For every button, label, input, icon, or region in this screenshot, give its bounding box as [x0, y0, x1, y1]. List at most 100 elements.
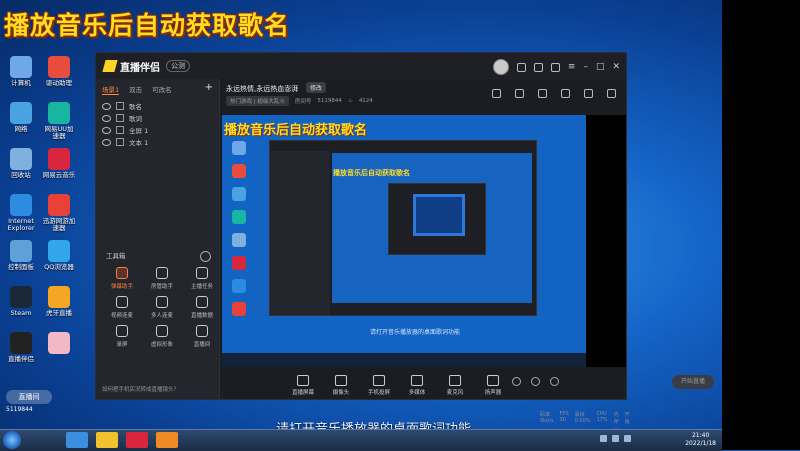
control-button[interactable]: 扬声器 [480, 375, 506, 396]
preview-app-icon [232, 233, 246, 247]
avatar[interactable] [492, 59, 509, 75]
tool-button[interactable]: 直播间 [182, 325, 222, 348]
source-item[interactable]: 歌名 [96, 100, 219, 112]
lock-icon[interactable] [116, 114, 124, 122]
category-badge[interactable]: 热门游戏 | 超级大乱斗 [226, 96, 289, 106]
refresh-icon[interactable] [561, 89, 570, 98]
desktop-icon[interactable]: 网易云音乐 [42, 148, 76, 179]
tool-button[interactable]: 虚拟形象 [142, 325, 182, 348]
taskbar-app-icon[interactable] [66, 432, 88, 448]
preview-app-icon [232, 164, 246, 178]
desktop-icon-label: 回收站 [11, 171, 31, 179]
desktop-icon[interactable]: 直播伴侣 [4, 332, 38, 363]
control-label: 直播屏幕 [291, 390, 314, 396]
fullscreen-icon[interactable] [538, 89, 547, 98]
tool-grid: 弹幕助手 房管助手 主播任务视频连麦 多人连麦 直播数据录屏 虚拟形象 直播间 [96, 267, 219, 348]
desktop-icon[interactable]: 迅游网游加速器 [42, 194, 76, 232]
app-icon [48, 102, 70, 124]
stream-title: 永远热情,永远热血澎湃 [226, 85, 299, 93]
desktop-icon[interactable]: 回收站 [4, 148, 38, 179]
tray-up-icon[interactable] [600, 435, 607, 442]
eye-icon[interactable] [102, 114, 111, 122]
start-live-button[interactable]: 开始直播 [672, 375, 714, 389]
tool-label: 虚拟形象 [150, 342, 173, 348]
desktop-icon[interactable]: Steam [4, 286, 38, 317]
preview-caption: 请打开音乐播放器的桌面歌词功能 [370, 329, 461, 336]
tool-button[interactable]: 多人连麦 [142, 296, 182, 319]
help-hint[interactable]: 如何把手机实况转成直播镜头？ [102, 385, 179, 393]
lock-icon[interactable] [116, 138, 124, 146]
desktop-icon[interactable]: 控制面板 [4, 240, 38, 271]
eye-icon[interactable] [102, 138, 111, 146]
layout-icon[interactable] [492, 89, 501, 98]
tool-button[interactable]: 弹幕助手 [102, 267, 142, 290]
control-button[interactable]: 摄像头 [328, 375, 354, 396]
version-badge[interactable]: 公测 [166, 60, 190, 72]
tool-button[interactable]: 主播任务 [182, 267, 222, 290]
tab-scene-2[interactable]: 双击 [129, 84, 142, 95]
live-companion-window: 直播伴侣 公测 ≡ – □ ✕ 场景1 双击 可改名 + 歌名 歌词 全屏 1 文本 … [95, 52, 714, 431]
tool-icon [196, 325, 208, 337]
control-button[interactable]: 麦克风 [442, 375, 468, 396]
share-icon[interactable] [607, 89, 616, 98]
add-scene-button[interactable]: + [205, 82, 213, 93]
room-id: 5119844 [317, 98, 342, 104]
minimize-button[interactable]: – [583, 62, 588, 72]
nested-overlay-title: 播放音乐后自动获取歌名 [333, 169, 410, 177]
status-item: 丢帧 0.00% [574, 412, 591, 424]
tab-scene-3[interactable]: 可改名 [152, 84, 172, 95]
record-icon[interactable] [512, 377, 521, 386]
timer-icon[interactable] [531, 377, 540, 386]
preview-app-icon [232, 141, 246, 155]
settings-gear-icon[interactable] [550, 377, 559, 386]
app-icon [10, 102, 32, 124]
preview-app-icon [232, 210, 246, 224]
close-button[interactable]: ✕ [612, 62, 620, 72]
gift-icon[interactable] [533, 62, 543, 72]
source-item[interactable]: 歌词 [96, 112, 219, 124]
tab-scene-1[interactable]: 场景1 [102, 84, 120, 95]
desktop-icon[interactable]: 虎牙直播 [42, 286, 76, 317]
taskbar-app-icon[interactable] [96, 432, 118, 448]
bell-icon[interactable] [584, 89, 593, 98]
app-icon [10, 240, 32, 262]
preview-desktop-icons [226, 141, 266, 325]
lock-icon[interactable] [116, 102, 124, 110]
lock-icon[interactable] [116, 126, 124, 134]
desktop-icon[interactable]: 网络 [4, 102, 38, 133]
start-button[interactable] [3, 431, 21, 449]
desktop-icon[interactable]: 网易UU加速器 [42, 102, 76, 140]
source-item[interactable]: 全屏 1 [96, 124, 219, 136]
desktop-icon[interactable]: Internet Explorer [4, 194, 38, 232]
network-icon[interactable] [612, 435, 619, 442]
menu-icon[interactable]: ≡ [568, 62, 576, 72]
tool-button[interactable]: 录屏 [102, 325, 142, 348]
control-button[interactable]: 多媒体 [404, 375, 430, 396]
desktop-icon[interactable]: 驱动助理 [42, 56, 76, 87]
live-preview[interactable]: 播放音乐后自动获取歌名 播放音乐后自动获取歌名 请打开音乐播放器的桌面歌词功能 [222, 115, 586, 367]
desktop-icon[interactable]: 计算机 [4, 56, 38, 87]
lock-icon[interactable] [515, 89, 524, 98]
tool-button[interactable]: 房管助手 [142, 267, 182, 290]
clock[interactable]: 21:40 2022/1/18 [685, 432, 716, 448]
control-button[interactable]: 直播屏幕 [290, 375, 316, 396]
settings-icon[interactable] [550, 62, 560, 72]
control-button[interactable]: 手机投屏 [366, 375, 392, 396]
collapse-icon[interactable] [200, 251, 211, 262]
taskbar-app-icon[interactable] [156, 432, 178, 448]
tool-button[interactable]: 直播数据 [182, 296, 222, 319]
edit-title-button[interactable]: 修改 [306, 82, 327, 93]
app-icon [10, 286, 32, 308]
taskbar-app-icon[interactable] [126, 432, 148, 448]
desktop-icon-label: 计算机 [11, 79, 31, 87]
desktop-icon-label: 迅游网游加速器 [42, 217, 76, 233]
desktop-icon[interactable] [42, 332, 76, 356]
message-icon[interactable] [516, 62, 526, 72]
eye-icon[interactable] [102, 102, 111, 110]
desktop-icon[interactable]: QQ浏览器 [42, 240, 76, 271]
maximize-button[interactable]: □ [596, 62, 605, 72]
eye-icon[interactable] [102, 126, 111, 134]
tool-button[interactable]: 视频连麦 [102, 296, 142, 319]
volume-icon[interactable] [624, 435, 631, 442]
source-item[interactable]: 文本 1 [96, 136, 219, 148]
